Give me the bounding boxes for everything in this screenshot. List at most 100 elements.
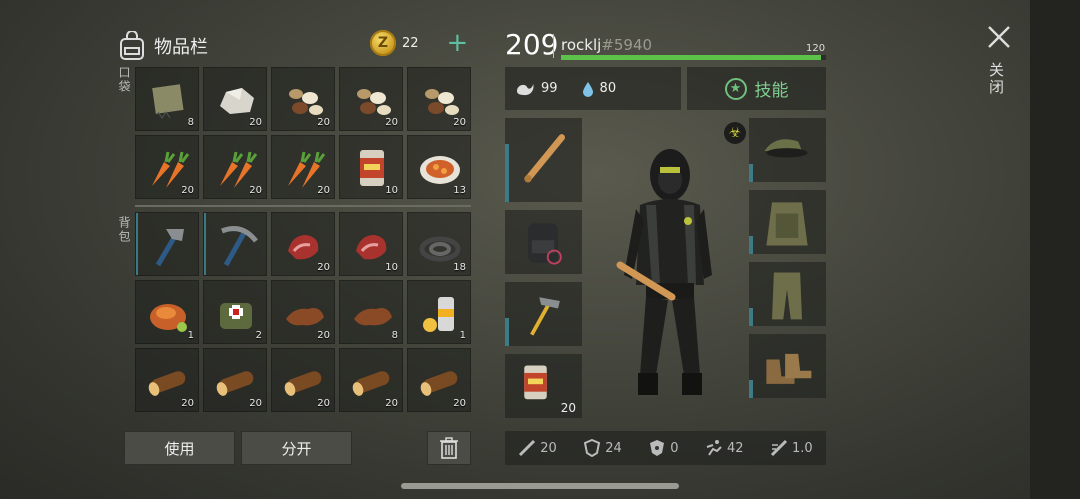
backpack-slot[interactable]: 2 bbox=[203, 280, 267, 344]
level-divider bbox=[553, 34, 554, 58]
pockets-slot[interactable]: 20 bbox=[135, 135, 199, 199]
pockets-slot[interactable]: 20 bbox=[271, 67, 335, 131]
backpack-slot[interactable]: 20 bbox=[203, 348, 267, 412]
item-count: 20 bbox=[317, 185, 330, 196]
home-indicator[interactable] bbox=[401, 483, 679, 489]
backpack-label: 背包 bbox=[117, 216, 131, 244]
backpack-slot[interactable]: 20 bbox=[271, 280, 335, 344]
item-count: 20 bbox=[385, 398, 398, 409]
split-button[interactable]: 分开 bbox=[241, 431, 352, 465]
close-button[interactable] bbox=[984, 22, 1014, 52]
backpack-slot[interactable]: 20 bbox=[271, 212, 335, 276]
needs-panel: 99 80 bbox=[505, 67, 681, 110]
item-count: 20 bbox=[560, 401, 576, 415]
armor-slot[interactable] bbox=[749, 190, 826, 254]
camo-pants-icon bbox=[772, 272, 802, 320]
backpack-slot[interactable]: 20 bbox=[135, 348, 199, 412]
item-count: 20 bbox=[181, 185, 194, 196]
biohazard-icon: ☣ bbox=[724, 122, 746, 144]
backpack-slot[interactable]: 20 bbox=[407, 348, 471, 412]
weapon-slots: 20 bbox=[505, 118, 582, 418]
backpack-slot[interactable] bbox=[203, 212, 267, 276]
backpack-grid: 20 10 18 1 2 20 8 1 20 20 20 20 20 bbox=[135, 212, 471, 412]
roast-chicken-icon bbox=[150, 304, 187, 332]
backpack-slot[interactable]: 8 bbox=[339, 280, 403, 344]
attack-stat: 20 bbox=[518, 439, 557, 457]
stat-value: 42 bbox=[727, 440, 744, 456]
combat-stats-bar: 20 24 0 42 1.0 bbox=[505, 431, 826, 465]
pockets-slot[interactable]: 20 bbox=[407, 67, 471, 131]
player-level: 209 bbox=[505, 28, 559, 61]
stat-value: 0 bbox=[670, 440, 679, 456]
weapon-slot[interactable]: 20 bbox=[505, 354, 582, 418]
weapon-slot[interactable] bbox=[505, 210, 582, 274]
coin-counter: Z 22 + bbox=[370, 30, 468, 56]
pickaxe-icon bbox=[221, 226, 258, 267]
armor-slot[interactable] bbox=[749, 262, 826, 326]
backpack-slot[interactable] bbox=[135, 212, 199, 276]
item-count: 18 bbox=[453, 262, 466, 273]
pockets-slot[interactable]: 8 bbox=[135, 67, 199, 131]
player-tag: #5940 bbox=[601, 36, 653, 54]
armor-slot[interactable] bbox=[749, 118, 826, 182]
close-label: 关闭 bbox=[987, 62, 1005, 96]
weapon-slot[interactable] bbox=[505, 282, 582, 346]
item-count: 20 bbox=[385, 117, 398, 128]
speed-stat: 42 bbox=[705, 439, 744, 457]
inventory-header: 物品栏 bbox=[118, 28, 208, 64]
durability-bar bbox=[749, 236, 753, 254]
pockets-label: 口袋 bbox=[117, 66, 131, 94]
coin-amount: 22 bbox=[402, 35, 419, 51]
section-divider bbox=[135, 205, 471, 207]
item-count: 10 bbox=[385, 185, 398, 196]
hunger-value: 99 bbox=[541, 81, 558, 96]
durability-bar bbox=[749, 164, 753, 182]
backpack-slot[interactable]: 20 bbox=[339, 348, 403, 412]
backpack-icon bbox=[120, 31, 144, 60]
backpack-slot[interactable]: 1 bbox=[407, 280, 471, 344]
durability-bar bbox=[749, 380, 753, 398]
leather-icon bbox=[354, 308, 392, 326]
stat-value: 1.0 bbox=[792, 440, 813, 456]
trash-button[interactable] bbox=[427, 431, 471, 465]
pockets-slot[interactable]: 20 bbox=[203, 67, 267, 131]
use-button[interactable]: 使用 bbox=[124, 431, 235, 465]
camo-vest-icon bbox=[766, 202, 808, 246]
xp-max: 120 bbox=[806, 43, 826, 54]
item-count: 20 bbox=[249, 117, 262, 128]
item-count: 20 bbox=[317, 117, 330, 128]
attack-icon bbox=[519, 439, 536, 457]
skills-button[interactable]: ★ 技能 bbox=[687, 67, 826, 110]
backpack-slot[interactable]: 18 bbox=[407, 212, 471, 276]
hatchet-icon bbox=[155, 229, 184, 267]
stat-value: 24 bbox=[605, 440, 622, 456]
backpack-slot[interactable]: 1 bbox=[135, 280, 199, 344]
star-icon: ★ bbox=[724, 77, 747, 100]
player-username: rocklj bbox=[561, 36, 602, 54]
attack-speed-stat: 1.0 bbox=[770, 439, 813, 457]
armor-slots bbox=[749, 118, 826, 398]
add-coins-button[interactable]: + bbox=[447, 30, 469, 56]
item-count: 8 bbox=[187, 117, 194, 128]
weapon-slot[interactable] bbox=[505, 118, 582, 202]
pockets-slot[interactable]: 20 bbox=[271, 135, 335, 199]
backpack-slot[interactable]: 10 bbox=[339, 212, 403, 276]
trash-icon bbox=[440, 437, 458, 459]
durability-bar bbox=[749, 308, 753, 326]
pockets-slot[interactable]: 10 bbox=[339, 135, 403, 199]
character-model bbox=[600, 125, 740, 415]
baseball-bat-icon bbox=[524, 134, 566, 183]
speed-icon bbox=[706, 440, 722, 456]
skills-label: 技能 bbox=[754, 81, 789, 101]
xp-bar bbox=[561, 55, 826, 60]
pockets-slot[interactable]: 20 bbox=[203, 135, 267, 199]
backpack-slot[interactable]: 20 bbox=[271, 348, 335, 412]
item-count: 20 bbox=[249, 398, 262, 409]
screen-edge bbox=[1030, 0, 1080, 499]
stomach-icon bbox=[517, 83, 534, 95]
armor-slot[interactable] bbox=[749, 334, 826, 398]
armor-stat: 24 bbox=[583, 439, 622, 457]
pockets-slot[interactable]: 13 bbox=[407, 135, 471, 199]
pockets-slot[interactable]: 20 bbox=[339, 67, 403, 131]
item-count: 20 bbox=[181, 398, 194, 409]
